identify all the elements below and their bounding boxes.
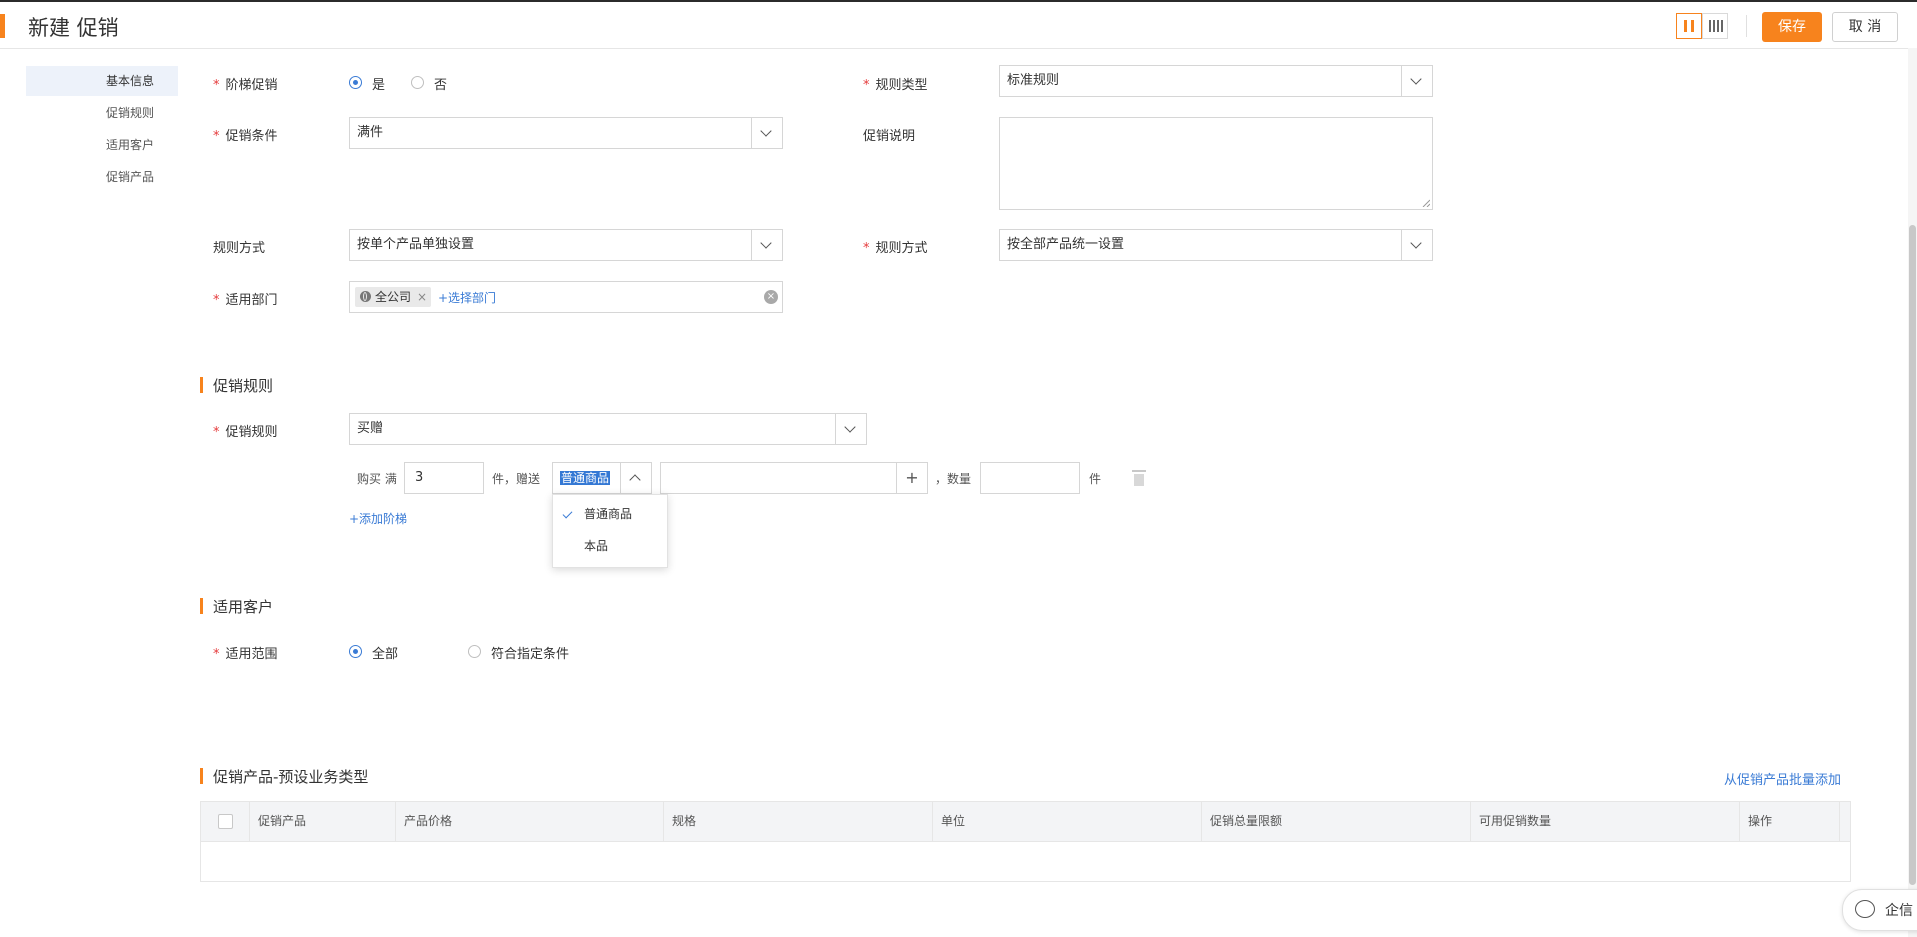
customers-section-title: 适用客户 [213,598,274,616]
promo-rule-value: 买赠 [357,421,384,436]
column-header[interactable]: 规格 [663,802,932,841]
tiered-no-radio[interactable] [411,76,424,89]
column-header[interactable]: 产品价格 [395,802,663,841]
dropdown-option-this-product[interactable]: 本品 [553,531,667,561]
unit-text: 件 [1089,472,1102,486]
cancel-button[interactable]: 取 消 [1832,12,1898,42]
products-section-title: 促销产品-预设业务类型 [213,768,369,786]
quantity-label: ，数量 [935,472,972,486]
column-header[interactable]: 可用促销数量 [1470,802,1739,841]
column-header[interactable]: 单位 [932,802,1201,841]
buy-quantity-input[interactable]: 3 [404,462,484,494]
buy-prefix-text: 购买 满 [357,472,397,486]
chat-bubble-icon [1855,900,1875,918]
select-department-link[interactable]: +选择部门 [438,289,496,306]
description-textarea[interactable] [999,117,1433,210]
gift-mid-text: 件，赠送 [492,472,541,486]
tiered-yes-label: 是 [372,78,386,93]
chevron-down-icon [751,230,782,260]
two-column-view-icon[interactable] [1676,13,1702,39]
nav-item-basic-info[interactable]: 基本信息 [26,66,178,96]
tiered-yes-radio[interactable] [349,76,362,89]
trash-icon[interactable] [1132,470,1146,486]
page-scrollbar-thumb[interactable] [1909,225,1916,885]
condition-value: 满件 [357,125,384,140]
header-accent-bar [0,14,5,38]
add-tier-link[interactable]: +添加阶梯 [349,510,407,527]
gift-type-value: 普通商品 [560,471,611,485]
nav-item-promo-rules[interactable]: 促销规则 [26,98,178,128]
close-icon[interactable]: × [417,287,427,307]
rule-mode-right-select[interactable]: 按全部产品统一设置 [999,229,1433,261]
chat-label: 企信 [1885,903,1913,919]
scope-all-radio[interactable] [349,645,362,658]
nav-item-products[interactable]: 促销产品 [26,162,178,192]
section-accent-bar [200,768,203,784]
column-header[interactable]: 促销总量限额 [1201,802,1470,841]
page-title: 新建 促销 [28,16,119,40]
chevron-down-icon [835,414,866,444]
rule-mode-right-label: * 规则方式 [863,241,928,256]
scope-all-label: 全部 [372,647,399,662]
scope-conditional-radio[interactable] [468,645,481,658]
buy-quantity-value: 3 [415,470,424,485]
nav-item-customers[interactable]: 适用客户 [26,130,178,160]
column-header[interactable]: 促销产品 [249,802,395,841]
department-tag-label: 全公司 [375,290,412,304]
scope-conditional-label: 符合指定条件 [491,647,570,662]
column-header[interactable]: 操作 [1739,802,1840,841]
rule-type-label: * 规则类型 [863,78,928,93]
save-button[interactable]: 保存 [1762,12,1822,42]
chat-widget[interactable]: 企信 [1842,889,1917,931]
condition-select[interactable]: 满件 [349,117,783,149]
globe-icon [360,291,371,302]
chevron-up-icon [620,463,651,493]
clear-icon[interactable]: × [764,290,778,304]
promo-rules-section-title: 促销规则 [213,377,274,395]
tiered-no-label: 否 [434,78,448,93]
section-accent-bar [200,377,203,393]
chevron-down-icon [1401,230,1432,260]
dropdown-option-regular[interactable]: 普通商品 [553,499,667,529]
batch-add-link[interactable]: 从促销产品批量添加 [1724,769,1841,788]
page-header: 新建 促销 保存 取 消 [0,2,1917,49]
header-divider [1746,15,1747,37]
promo-rule-select[interactable]: 买赠 [349,413,867,445]
plus-icon[interactable]: + [896,463,927,493]
products-table: 促销产品 产品价格 规格 单位 促销总量限额 可用促销数量 操作 [200,801,1851,882]
rule-mode-left-value: 按单个产品单独设置 [357,237,475,252]
table-header: 促销产品 产品价格 规格 单位 促销总量限额 可用促销数量 操作 [201,802,1850,842]
rule-mode-left-select[interactable]: 按单个产品单独设置 [349,229,783,261]
gift-type-select[interactable]: 普通商品 [552,462,652,494]
chevron-down-icon [751,118,782,148]
gift-quantity-input[interactable] [980,462,1080,494]
select-all-checkbox[interactable] [218,814,233,829]
scope-label: * 适用范围 [213,647,278,662]
rule-type-select[interactable]: 标准规则 [999,65,1433,97]
condition-label: * 促销条件 [213,129,278,144]
promo-rule-label: * 促销规则 [213,425,278,440]
section-accent-bar [200,598,203,614]
resize-handle-icon[interactable] [1422,199,1430,207]
rule-mode-left-label: 规则方式 [213,241,266,256]
check-icon [562,508,573,519]
rule-mode-right-value: 按全部产品统一设置 [1007,237,1125,252]
description-label: 促销说明 [863,129,916,144]
department-tag[interactable]: 全公司 × [355,287,431,307]
department-label: * 适用部门 [213,293,278,308]
gift-product-input[interactable]: + [660,462,928,494]
four-column-view-icon[interactable] [1702,13,1728,39]
chevron-down-icon [1401,66,1432,96]
tiered-label: * 阶梯促销 [213,78,278,93]
gift-type-dropdown: 普通商品 本品 [552,494,668,568]
rule-type-value: 标准规则 [1007,73,1060,88]
